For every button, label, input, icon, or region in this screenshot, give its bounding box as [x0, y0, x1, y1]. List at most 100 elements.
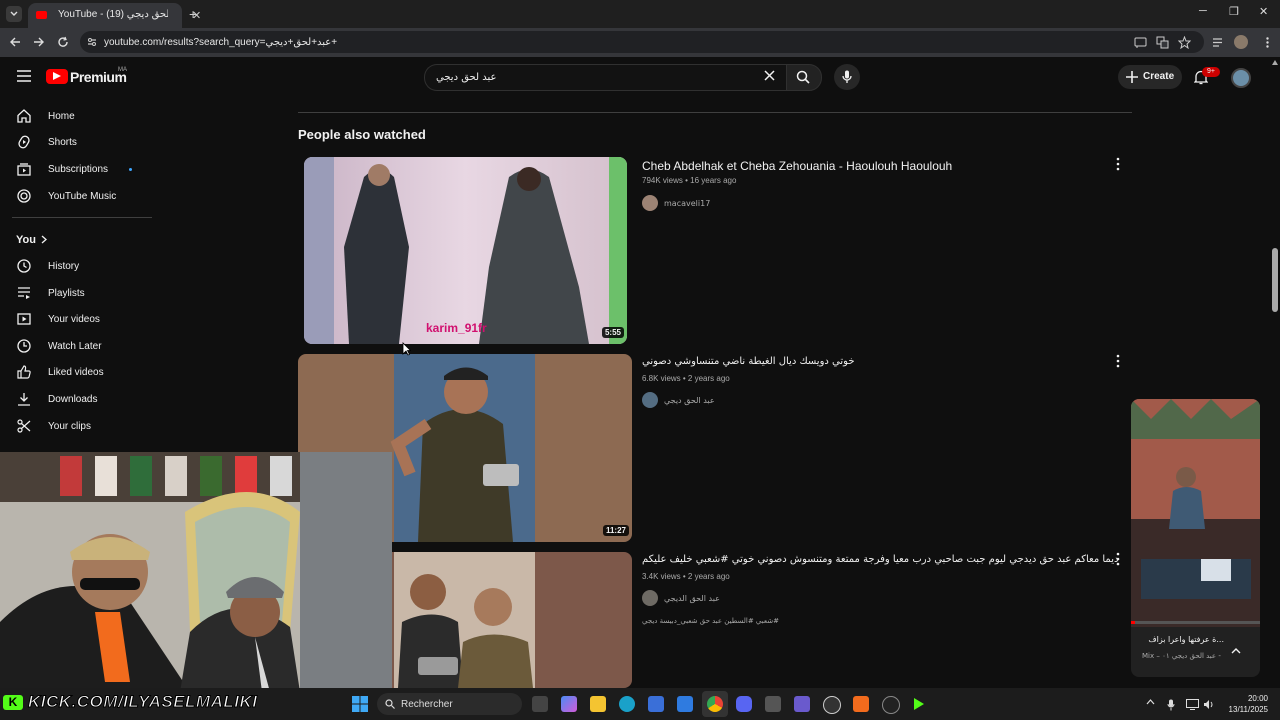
forward-icon[interactable] — [33, 36, 45, 48]
gaming-icon[interactable] — [794, 696, 810, 712]
tray-overflow-icon[interactable] — [1146, 699, 1155, 705]
sidebar-item-label: Downloads — [48, 394, 98, 405]
video-title[interactable]: Cheb Abdelhak et Cheba Zehouania - Haoul… — [642, 159, 952, 173]
youtube-music-icon — [17, 189, 31, 203]
page-scrollbar[interactable] — [1270, 58, 1280, 688]
obs-icon[interactable] — [882, 696, 900, 714]
video-meta: 6.8K views • 2 years ago — [642, 374, 730, 383]
youtube-favicon-icon — [36, 11, 47, 19]
sidebar-item-liked-videos[interactable]: Liked videos — [0, 359, 152, 385]
sidebar-you-header[interactable]: You — [0, 227, 152, 253]
more-actions-icon[interactable] — [1114, 552, 1122, 566]
sidebar-item-playlists[interactable]: Playlists — [0, 280, 152, 306]
guide-menu-icon[interactable] — [17, 70, 31, 82]
channel-avatar[interactable] — [642, 195, 658, 211]
you-label: You — [16, 234, 36, 246]
tab-search-button[interactable] — [6, 6, 22, 22]
search-input[interactable] — [436, 69, 736, 85]
clock-time: 20:00 — [1247, 694, 1268, 703]
more-actions-icon[interactable] — [1114, 157, 1122, 171]
download-icon — [17, 392, 31, 406]
sidebar-item-youtube-music[interactable]: YouTube Music — [0, 183, 152, 209]
scrollbar-thumb[interactable] — [1272, 248, 1278, 312]
sidebar-item-label: Your videos — [48, 314, 100, 325]
back-icon[interactable] — [9, 36, 21, 48]
tray-microphone-icon[interactable] — [1167, 699, 1175, 711]
channel-avatar[interactable] — [642, 392, 658, 408]
bookmark-star-icon[interactable] — [1178, 36, 1191, 49]
steam-icon[interactable] — [823, 696, 841, 714]
restore-icon[interactable]: ❐ — [1229, 5, 1239, 18]
more-actions-icon[interactable] — [1114, 354, 1122, 368]
reading-list-icon[interactable] — [1211, 36, 1224, 49]
task-view-icon[interactable] — [532, 696, 548, 712]
windows-start-icon[interactable] — [352, 696, 368, 712]
account-avatar[interactable] — [1231, 68, 1251, 88]
file-explorer-icon[interactable] — [590, 696, 606, 712]
volume-icon[interactable] — [1203, 699, 1215, 710]
search-button[interactable] — [786, 64, 822, 91]
sidebar-item-shorts[interactable]: Shorts — [0, 129, 152, 155]
minimize-icon[interactable]: ─ — [1199, 5, 1207, 17]
reload-icon[interactable] — [57, 36, 69, 48]
video-meta: 3.4K views • 2 years ago — [642, 572, 730, 581]
channel-name[interactable]: macaveli17 — [664, 199, 710, 208]
video-hashtags[interactable]: #شعبي #السطين عبد حق شعبي_دبيسة ديجي — [642, 617, 779, 625]
video-title[interactable]: ديما معاكم عبد حق ديدجي ليوم جبت صاحبي د… — [642, 554, 1118, 565]
photos-icon[interactable] — [765, 696, 781, 712]
shorts-icon — [17, 135, 31, 149]
sidebar-item-home[interactable]: Home — [0, 103, 152, 129]
sidebar-item-subscriptions[interactable]: Subscriptions — [0, 156, 152, 182]
miniplayer-title[interactable]: ...ة عرفتها واعرا بزاف — [1142, 635, 1224, 644]
video-title[interactable]: خوتي دويسك ديال الغيطة ناضي متنساوشي دصو… — [642, 356, 855, 367]
chevron-right-icon — [41, 235, 47, 244]
plus-icon — [1126, 71, 1138, 83]
video-thumbnail[interactable]: karim_91fr 5:55 — [304, 157, 627, 344]
voice-search-button[interactable] — [834, 64, 860, 90]
network-icon[interactable] — [1186, 699, 1199, 710]
sidebar-item-label: History — [48, 261, 80, 272]
home-icon — [17, 109, 31, 123]
sidebar-item-label: Your clips — [48, 421, 91, 432]
taskbar-clock[interactable]: 20:00 13/11/2025 — [1226, 693, 1268, 715]
kick-logo-icon: K — [3, 695, 23, 710]
scissors-icon — [17, 419, 31, 433]
discord-icon[interactable] — [736, 696, 752, 712]
browser-tab-active[interactable]: YouTube - عبد لحق ديجي (19) ✕ — [28, 3, 201, 28]
chrome-icon[interactable] — [707, 696, 723, 712]
kick-studio-icon[interactable] — [911, 696, 927, 712]
site-info-icon[interactable] — [86, 36, 98, 48]
miniplayer-video[interactable] — [1131, 399, 1260, 627]
store-icon[interactable] — [648, 696, 664, 712]
profile-avatar[interactable] — [1234, 35, 1248, 49]
sidebar-item-your-clips[interactable]: Your clips — [0, 413, 152, 439]
sidebar-item-label: Home — [48, 111, 75, 122]
sidebar-item-your-videos[interactable]: Your videos — [0, 306, 152, 332]
sidebar-item-label: Subscriptions — [48, 164, 109, 175]
close-window-icon[interactable]: ✕ — [1259, 5, 1268, 18]
copilot-icon[interactable] — [561, 696, 577, 712]
mouse-cursor-icon — [402, 342, 411, 356]
channel-name[interactable]: عبد الحق الديجي — [664, 594, 720, 603]
channel-name[interactable]: عبد الحق ديجي — [664, 396, 715, 405]
browser-menu-icon[interactable] — [1261, 36, 1274, 49]
region-code: MA — [118, 67, 127, 73]
edge-browser-icon[interactable] — [619, 696, 635, 712]
mail-icon[interactable] — [677, 696, 693, 712]
sidebar-item-history[interactable]: History — [0, 253, 152, 279]
video-duration: 11:27 — [602, 525, 629, 536]
scroll-up-arrow-icon[interactable] — [1272, 60, 1278, 65]
sidebar-item-label: Playlists — [48, 288, 85, 299]
translate-icon[interactable] — [1156, 36, 1169, 49]
channel-avatar[interactable] — [642, 590, 658, 606]
sidebar-item-downloads[interactable]: Downloads — [0, 386, 152, 412]
sidebar-item-watch-later[interactable]: Watch Later — [0, 333, 152, 359]
search-icon — [796, 70, 810, 84]
expand-miniplayer-icon[interactable] — [1231, 647, 1241, 654]
cast-icon[interactable] — [1134, 36, 1147, 49]
clear-search-icon[interactable] — [764, 70, 775, 81]
video-meta: 794K views • 16 years ago — [642, 176, 737, 185]
app-a-icon[interactable] — [853, 696, 869, 712]
new-tab-button[interactable]: + — [189, 6, 197, 22]
your-videos-icon — [17, 312, 31, 326]
